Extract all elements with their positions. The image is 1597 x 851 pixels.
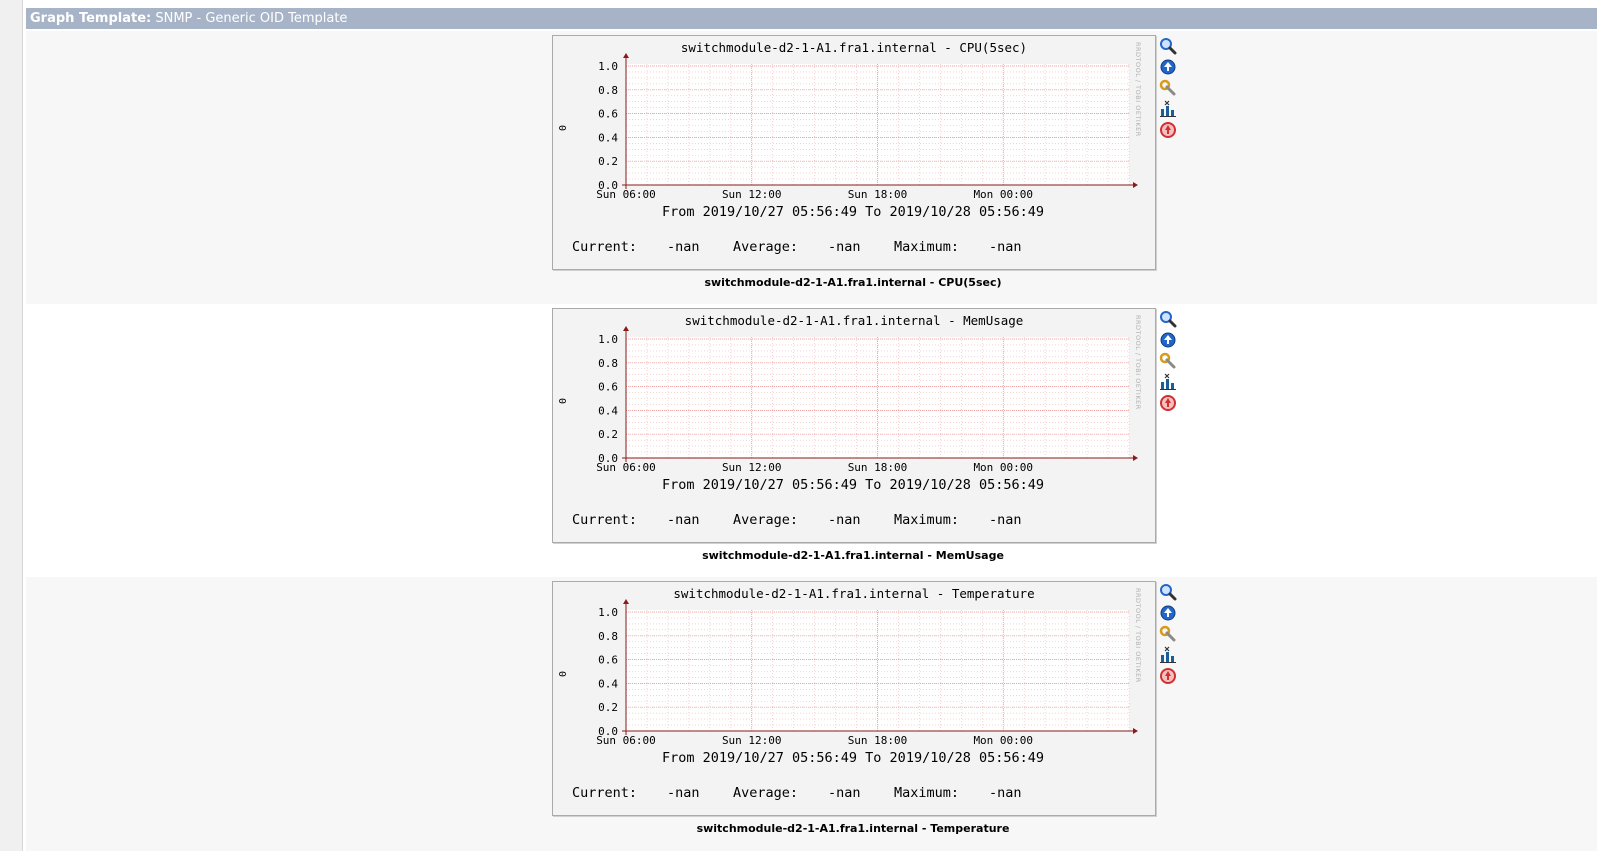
date-range: From 2019/10/27 05:56:49 To 2019/10/28 0… — [662, 204, 1044, 220]
rrd-graph: Sun 06:00 Sun 12:00 Sun 18:00 Mon 00:000.00… — [558, 40, 1142, 255]
y-axis-arrow — [623, 53, 629, 58]
x-tick-label: Sun 18:00 — [848, 188, 908, 201]
x-tick-label: Mon 00:00 — [973, 188, 1033, 201]
legend-average-value: -nan — [828, 239, 861, 255]
legend-current-value: -nan — [667, 785, 700, 801]
legend-current-label: Current: — [572, 512, 637, 528]
y-tick-label: 0.2 — [598, 701, 618, 714]
x-tick-label: Sun 12:00 — [722, 734, 782, 747]
x-axis-arrow — [1133, 728, 1138, 734]
x-axis-arrow — [1133, 455, 1138, 461]
time-graph-icon[interactable] — [1159, 331, 1177, 349]
csv-export-icon[interactable] — [1159, 646, 1177, 664]
legend-average-label: Average: — [733, 512, 798, 528]
left-gutter — [0, 0, 23, 851]
y-axis-label: 0 — [558, 398, 569, 404]
y-axis-label: 0 — [558, 671, 569, 677]
time-graph-icon[interactable] — [1159, 604, 1177, 622]
y-tick-label: 0.4 — [598, 404, 618, 417]
rrd-graph: Sun 06:00 Sun 12:00 Sun 18:00 Mon 00:000.00… — [558, 586, 1142, 801]
y-tick-label: 0.2 — [598, 155, 618, 168]
y-axis-arrow — [623, 326, 629, 331]
legend-current-label: Current: — [572, 785, 637, 801]
x-tick-label: Sun 12:00 — [722, 188, 782, 201]
graph-image[interactable]: Sun 06:00 Sun 12:00 Sun 18:00 Mon 00:00 0.0 0… — [552, 581, 1156, 816]
y-tick-label: 0.6 — [598, 381, 618, 394]
y-tick-label: 1.0 — [598, 60, 618, 73]
legend-maximum-value: -nan — [989, 512, 1022, 528]
spike-kill-icon[interactable] — [1159, 121, 1177, 139]
legend-current-label: Current: — [572, 239, 637, 255]
graph-actions — [1159, 37, 1179, 142]
y-tick-label: 0.0 — [598, 179, 618, 192]
y-axis-arrow — [623, 599, 629, 604]
y-axis-label: 0 — [558, 125, 569, 131]
y-tick-label: 0.8 — [598, 84, 618, 97]
y-tick-label: 0.8 — [598, 357, 618, 370]
x-axis-arrow — [1133, 182, 1138, 188]
x-tick-label: Sun 12:00 — [722, 461, 782, 474]
y-tick-label: 0.8 — [598, 630, 618, 643]
header-template-name: SNMP - Generic OID Template — [155, 11, 348, 26]
csv-export-icon[interactable] — [1159, 373, 1177, 391]
y-tick-label: 1.0 — [598, 606, 618, 619]
y-tick-label: 0.4 — [598, 677, 618, 690]
graph-caption: switchmodule-d2-1-A1.fra1.internal - CPU… — [704, 276, 1002, 289]
legend-average-label: Average: — [733, 239, 798, 255]
graph-image[interactable]: Sun 06:00 Sun 12:00 Sun 18:00 Mon 00:00 0.0 0… — [552, 35, 1156, 270]
rrdtool-watermark: RRDTOOL / TOBI OETIKER — [1134, 42, 1142, 137]
legend-maximum-value: -nan — [989, 239, 1022, 255]
legend-average-label: Average: — [733, 785, 798, 801]
graph-image[interactable]: Sun 06:00 Sun 12:00 Sun 18:00 Mon 00:00 0.0 0… — [552, 308, 1156, 543]
y-tick-label: 0.2 — [598, 428, 618, 441]
rrdtool-watermark: RRDTOOL / TOBI OETIKER — [1134, 588, 1142, 683]
zoom-icon[interactable] — [1159, 37, 1177, 55]
graph-title: switchmodule-d2-1-A1.fra1.internal - CPU… — [681, 40, 1027, 55]
y-tick-label: 0.6 — [598, 654, 618, 667]
x-tick-label: Mon 00:00 — [973, 461, 1033, 474]
legend-maximum-label: Maximum: — [894, 512, 959, 528]
graph-caption: switchmodule-d2-1-A1.fra1.internal - Tem… — [696, 822, 1010, 835]
spike-kill-icon[interactable] — [1159, 667, 1177, 685]
legend-average-value: -nan — [828, 512, 861, 528]
time-graph-icon[interactable] — [1159, 58, 1177, 76]
legend-current-value: -nan — [667, 239, 700, 255]
zoom-icon[interactable] — [1159, 583, 1177, 601]
rrdtool-watermark: RRDTOOL / TOBI OETIKER — [1134, 315, 1142, 410]
properties-icon[interactable] — [1159, 625, 1177, 643]
rrd-graph: Sun 06:00 Sun 12:00 Sun 18:00 Mon 00:000.00… — [558, 313, 1142, 528]
header-label: Graph Template: — [30, 11, 152, 26]
spike-kill-icon[interactable] — [1159, 394, 1177, 412]
y-tick-label: 0.0 — [598, 725, 618, 738]
legend-maximum-label: Maximum: — [894, 785, 959, 801]
date-range: From 2019/10/27 05:56:49 To 2019/10/28 0… — [662, 750, 1044, 766]
properties-icon[interactable] — [1159, 79, 1177, 97]
x-tick-label: Sun 18:00 — [848, 461, 908, 474]
legend-maximum-value: -nan — [989, 785, 1022, 801]
zoom-icon[interactable] — [1159, 310, 1177, 328]
x-tick-label: Mon 00:00 — [973, 734, 1033, 747]
graph-template-header: Graph Template: SNMP - Generic OID Templ… — [26, 8, 1597, 29]
y-tick-label: 0.0 — [598, 452, 618, 465]
graph-actions — [1159, 583, 1179, 688]
x-tick-label: Sun 18:00 — [848, 734, 908, 747]
y-tick-label: 1.0 — [598, 333, 618, 346]
y-tick-label: 0.6 — [598, 108, 618, 121]
graph-title: switchmodule-d2-1-A1.fra1.internal - Mem… — [685, 313, 1024, 328]
csv-export-icon[interactable] — [1159, 100, 1177, 118]
legend-current-value: -nan — [667, 512, 700, 528]
properties-icon[interactable] — [1159, 352, 1177, 370]
legend-maximum-label: Maximum: — [894, 239, 959, 255]
date-range: From 2019/10/27 05:56:49 To 2019/10/28 0… — [662, 477, 1044, 493]
graph-title: switchmodule-d2-1-A1.fra1.internal - Tem… — [673, 586, 1034, 601]
y-tick-label: 0.4 — [598, 131, 618, 144]
legend-average-value: -nan — [828, 785, 861, 801]
graph-caption: switchmodule-d2-1-A1.fra1.internal - Mem… — [702, 549, 1004, 562]
graph-actions — [1159, 310, 1179, 415]
